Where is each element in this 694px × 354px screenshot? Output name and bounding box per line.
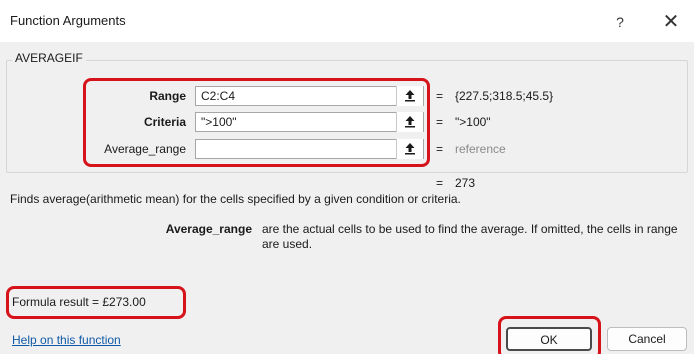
help-on-function-link[interactable]: Help on this function [12, 333, 121, 347]
criteria-value: ">100" [455, 115, 491, 129]
param-help-text: are the actual cells to be used to find … [262, 222, 678, 251]
param-help-name: Average_range [165, 222, 252, 236]
result-equals: = [436, 176, 444, 190]
average-range-equals: = [436, 142, 444, 156]
result-value: 273 [455, 176, 476, 190]
function-description: Finds average(arithmetic mean) for the c… [10, 192, 461, 206]
close-button[interactable]: ✕ [654, 9, 688, 35]
criteria-equals: = [436, 115, 444, 129]
window-title: Function Arguments [10, 13, 126, 28]
ok-button-highlight-box [498, 316, 601, 354]
cancel-button[interactable]: Cancel [607, 327, 687, 351]
arguments-highlight-box [83, 78, 430, 167]
formula-result-highlight-box [6, 286, 186, 319]
help-button[interactable]: ? [606, 9, 634, 35]
function-name-legend: AVERAGEIF [12, 51, 86, 65]
title-bar: Function Arguments ? ✕ [0, 0, 694, 42]
average-range-value: reference [455, 142, 506, 156]
range-value: {227.5;318.5;45.5} [455, 89, 554, 103]
range-equals: = [436, 89, 444, 103]
